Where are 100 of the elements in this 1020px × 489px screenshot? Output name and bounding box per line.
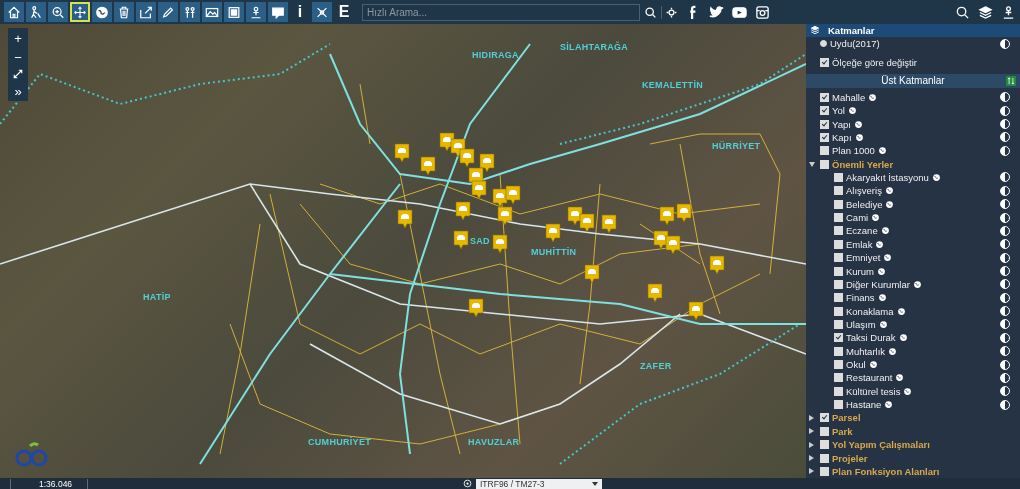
checkbox[interactable]	[834, 199, 843, 209]
globe-icon[interactable]	[880, 226, 890, 236]
globe-icon[interactable]	[903, 386, 913, 396]
globe-icon[interactable]	[868, 360, 878, 369]
globe-icon[interactable]	[884, 400, 894, 410]
taxi-marker-icon[interactable]	[468, 298, 485, 319]
taxi-marker-icon[interactable]	[397, 208, 414, 229]
opacity-icon[interactable]	[1000, 212, 1010, 223]
opacity-icon[interactable]	[1000, 239, 1010, 250]
opacity-icon[interactable]	[1000, 119, 1010, 130]
fullscreen-icon[interactable]	[12, 68, 24, 80]
camera-icon[interactable]	[755, 4, 770, 20]
expand-arrow-icon[interactable]	[809, 441, 814, 448]
pencil-icon[interactable]	[158, 2, 178, 22]
globe-icon[interactable]	[877, 266, 886, 276]
opacity-icon[interactable]	[1000, 38, 1010, 49]
globe-icon[interactable]	[92, 2, 112, 22]
checkbox[interactable]	[820, 57, 829, 67]
checkbox[interactable]	[834, 226, 843, 236]
globe-icon[interactable]	[883, 253, 893, 263]
checkbox[interactable]	[820, 106, 829, 116]
globe-icon[interactable]	[878, 319, 888, 329]
share-icon[interactable]	[136, 2, 156, 22]
pan-icon[interactable]	[70, 2, 90, 22]
walking-person-icon[interactable]	[26, 2, 46, 22]
zoom-in-icon[interactable]	[48, 2, 68, 22]
taxi-marker-icon[interactable]	[470, 179, 487, 200]
home-icon[interactable]	[4, 2, 24, 22]
search-field[interactable]: Hızlı Arama...	[362, 3, 640, 21]
play-icon[interactable]	[732, 4, 747, 20]
globe-icon[interactable]	[884, 186, 894, 196]
opacity-icon[interactable]	[1000, 319, 1010, 330]
globe-icon[interactable]	[888, 346, 898, 356]
opacity-icon[interactable]	[1000, 386, 1010, 397]
opacity-icon[interactable]	[1000, 306, 1010, 317]
taxi-marker-icon[interactable]	[505, 185, 522, 206]
checkbox[interactable]	[834, 279, 843, 289]
globe-icon[interactable]	[854, 132, 864, 142]
taxi-marker-icon[interactable]	[664, 235, 681, 256]
taxi-marker-icon[interactable]	[492, 234, 508, 254]
opacity-icon[interactable]	[1000, 346, 1010, 357]
expand-arrow-icon[interactable]	[809, 414, 814, 421]
search-icon[interactable]	[644, 5, 657, 19]
checkbox[interactable]	[820, 119, 829, 129]
expand-arrow-icon[interactable]	[809, 455, 814, 462]
checkbox[interactable]	[834, 333, 843, 343]
checkbox[interactable]	[834, 186, 843, 196]
tool-button[interactable]: i	[290, 2, 310, 22]
checkbox[interactable]	[834, 373, 843, 383]
taxi-marker-icon[interactable]	[578, 212, 595, 233]
opacity-icon[interactable]	[1000, 145, 1010, 156]
taxi-marker-icon[interactable]	[393, 142, 410, 163]
radio-button[interactable]	[820, 40, 827, 48]
expand-arrow-icon[interactable]	[809, 161, 815, 167]
checkbox[interactable]	[834, 266, 843, 276]
checkbox[interactable]	[820, 132, 829, 142]
taxi-marker-icon[interactable]	[708, 255, 725, 276]
opacity-icon[interactable]	[1000, 185, 1010, 196]
trash-icon[interactable]	[114, 2, 134, 22]
satellite-map[interactable]: HIDIRAGA SİLAHTARAĞA KEMALETTİN HÜRRİYET MUHİTTİN SAD HATİP ZAFER CUMHURİYET HAVUZLAR + − »	[0, 24, 806, 478]
checkbox[interactable]	[834, 306, 843, 316]
globe-icon[interactable]	[898, 333, 908, 343]
checkbox[interactable]	[820, 440, 829, 450]
taxi-marker-icon[interactable]	[659, 206, 676, 227]
people-icon[interactable]	[180, 2, 200, 22]
checkbox[interactable]	[820, 159, 829, 169]
taxi-marker-icon[interactable]	[419, 156, 436, 177]
globe-icon[interactable]	[885, 199, 895, 209]
taxi-marker-icon[interactable]	[452, 229, 469, 250]
taxi-marker-icon[interactable]	[647, 283, 664, 304]
expand-arrow-icon[interactable]	[809, 428, 814, 435]
bird-icon[interactable]	[709, 4, 724, 20]
checkbox[interactable]	[834, 360, 843, 369]
cross-icon[interactable]	[312, 2, 332, 22]
globe-icon[interactable]	[853, 119, 863, 129]
checkbox[interactable]	[834, 319, 843, 329]
expand-button[interactable]: »	[9, 83, 27, 99]
checkbox[interactable]	[834, 293, 843, 303]
globe-icon[interactable]	[877, 146, 887, 156]
globe-icon[interactable]	[875, 239, 885, 249]
opacity-icon[interactable]	[1000, 292, 1010, 303]
comment-icon[interactable]	[268, 2, 288, 22]
opacity-icon[interactable]	[1000, 252, 1010, 263]
checkbox[interactable]	[834, 253, 843, 263]
checkbox[interactable]	[834, 173, 843, 182]
opacity-icon[interactable]	[1000, 199, 1010, 210]
taxi-marker-icon[interactable]	[497, 206, 514, 227]
taxi-marker-icon[interactable]	[455, 200, 472, 221]
person-icon[interactable]	[1001, 4, 1016, 20]
opacity-icon[interactable]	[1000, 332, 1010, 343]
taxi-marker-icon[interactable]	[459, 148, 476, 169]
checkbox[interactable]	[820, 413, 829, 423]
taxi-marker-icon[interactable]	[601, 214, 618, 234]
globe-icon[interactable]	[931, 173, 941, 182]
checkbox[interactable]	[834, 386, 843, 396]
layers-icon[interactable]	[978, 4, 993, 20]
checkbox[interactable]	[820, 453, 829, 463]
opacity-icon[interactable]	[1000, 279, 1010, 290]
search-icon[interactable]	[955, 4, 970, 20]
opacity-icon[interactable]	[1000, 105, 1010, 116]
